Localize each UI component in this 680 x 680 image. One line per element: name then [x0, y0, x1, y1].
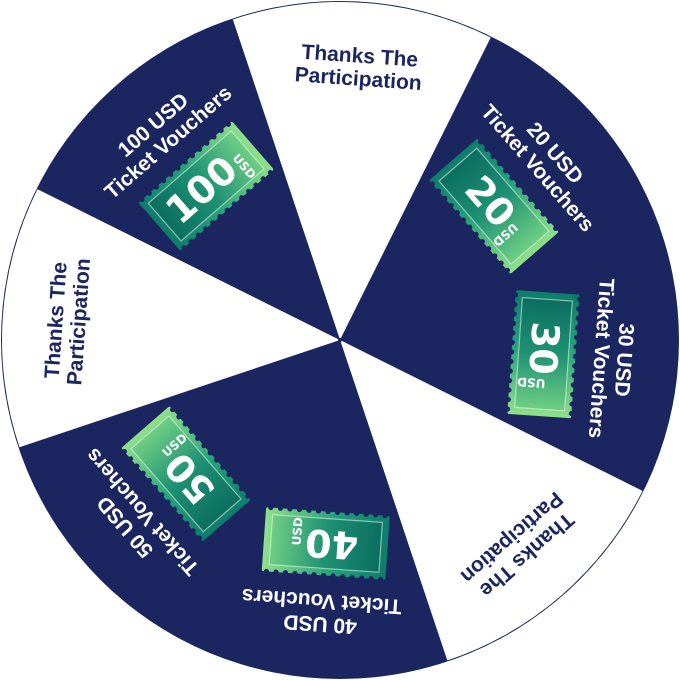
segment-label-group: Thanks TheParticipation	[294, 41, 422, 95]
prize-wheel-graphic: Thanks TheParticipation20 USDTicket Vouc…	[1, 1, 679, 679]
segment-label-group: Thanks TheParticipation	[41, 258, 95, 386]
ticket-amount: 30	[520, 320, 568, 376]
ticket-voucher-icon: 40USD	[261, 504, 390, 583]
prize-wheel[interactable]: Thanks The Participation 20 USD Ticket Vouc…	[0, 0, 680, 680]
wheel-hub	[338, 338, 342, 342]
ticket-unit: USD	[517, 374, 546, 390]
ticket-unit: USD	[290, 517, 306, 546]
ticket-voucher-icon: 30USD	[504, 290, 583, 419]
ticket-amount: 40	[304, 520, 360, 568]
